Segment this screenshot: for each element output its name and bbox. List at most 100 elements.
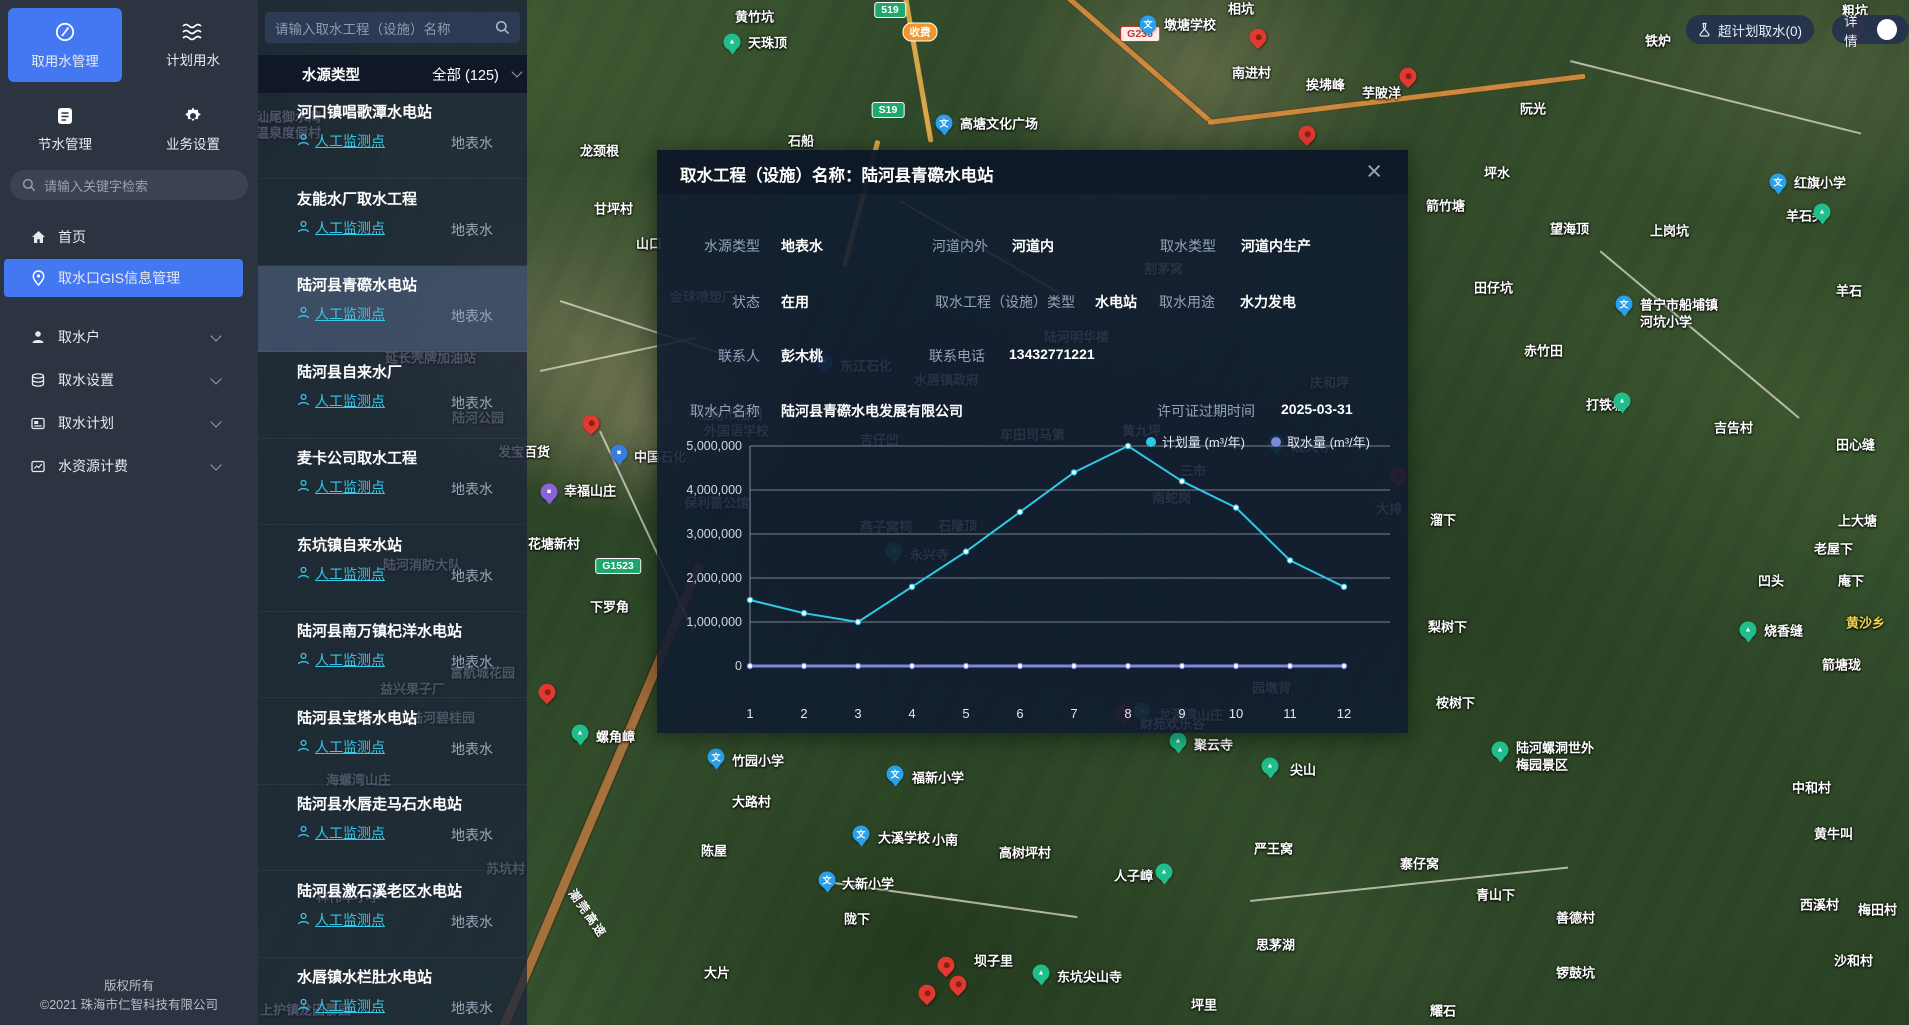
map-place-label: 小南 xyxy=(932,830,958,849)
mountain-pin-icon[interactable]: ▲ xyxy=(572,725,589,742)
school-pin-icon[interactable]: 文 xyxy=(887,766,904,783)
mountain-pin-icon[interactable]: ▲ xyxy=(1156,864,1173,881)
module-label: 取用水管理 xyxy=(31,50,99,70)
list-item[interactable]: 陆河县南万镇杞洋水电站人工监测点地表水 xyxy=(258,612,527,698)
manual-monitor-link[interactable]: 人工监测点 xyxy=(297,218,385,238)
list-item[interactable]: 东坑镇自来水站人工监测点地表水 xyxy=(258,526,527,612)
mountain-pin-icon[interactable]: ▲ xyxy=(1814,204,1831,221)
mountain-pin-icon[interactable]: ▲ xyxy=(1492,742,1509,759)
manual-monitor-link[interactable]: 人工监测点 xyxy=(297,477,385,497)
manual-monitor-link[interactable]: 人工监测点 xyxy=(297,650,385,670)
sidebar-item-gis[interactable]: 取水口GIS信息管理 xyxy=(4,259,243,297)
red-marker-pin[interactable] xyxy=(934,953,958,977)
map-place-label: 大溪学校 xyxy=(878,828,930,847)
map-place-label: 大片 xyxy=(704,963,730,982)
manual-monitor-link[interactable]: 人工监测点 xyxy=(297,737,385,757)
over-plan-label: 超计划取水(0) xyxy=(1718,20,1802,40)
mountain-pin-icon[interactable]: ▲ xyxy=(724,34,741,51)
module-plan-water[interactable]: 计划用水 xyxy=(136,8,250,82)
fuel-pin-icon[interactable]: ■ xyxy=(611,445,628,462)
place-pin-icon[interactable]: ■ xyxy=(541,484,558,501)
list-item[interactable]: 河口镇唱歌潭水电站人工监测点地表水 xyxy=(258,93,527,179)
list-item[interactable]: 陆河县自来水厂人工监测点地表水 xyxy=(258,353,527,439)
source-type-filter[interactable]: 水源类型 全部 (125) xyxy=(258,55,527,93)
map-place-label: 铁炉 xyxy=(1645,31,1671,50)
legend-dot xyxy=(1271,437,1281,447)
module-save-water[interactable]: 节水管理 xyxy=(8,92,122,166)
pin-icon xyxy=(30,270,46,286)
sidebar-item-menu-5[interactable]: 水资源计费 xyxy=(0,447,258,485)
legend-item[interactable]: 计划量 (m³/年) xyxy=(1146,432,1245,451)
mountain-pin-icon[interactable]: ▲ xyxy=(1614,393,1631,410)
intake-name: 友能水厂取水工程 xyxy=(297,188,417,209)
toggle-knob[interactable] xyxy=(1877,19,1897,40)
red-marker-pin[interactable] xyxy=(535,680,559,704)
mountain-pin-icon[interactable]: ▲ xyxy=(1170,733,1187,750)
intake-name: 陆河县青磜水电站 xyxy=(297,274,417,295)
svg-text:1,000,000: 1,000,000 xyxy=(686,615,742,629)
legend-item[interactable]: 取水量 (m³/年) xyxy=(1271,432,1370,451)
list-item[interactable]: 陆河县水唇走马石水电站人工监测点地表水 xyxy=(258,785,527,871)
intake-list-panel: 请输入取水工程（设施）名称 水源类型 全部 (125) 河口镇唱歌潭水电站人工监… xyxy=(258,0,527,1025)
person-icon xyxy=(297,220,310,236)
map-place-label: 龙颈根 xyxy=(580,141,619,160)
sidebar-item-home[interactable]: 首页 xyxy=(0,218,258,256)
sidebar-item-menu-4[interactable]: 取水计划 xyxy=(0,404,258,442)
sidebar-item-menu-3[interactable]: 取水设置 xyxy=(0,361,258,399)
school-pin-icon[interactable]: 文 xyxy=(1140,16,1157,33)
sidebar-item-menu-2[interactable]: 取水户 xyxy=(0,318,258,356)
list-item[interactable]: 麦卡公司取水工程人工监测点地表水 xyxy=(258,439,527,525)
map-place-label: 挨坲峰 xyxy=(1306,75,1345,94)
person-icon xyxy=(297,652,310,668)
over-plan-intake-button[interactable]: 超计划取水(0) xyxy=(1686,15,1814,44)
list-item[interactable]: 陆河县激石溪老区水电站人工监测点地表水 xyxy=(258,872,527,958)
map-place-label: 桉树下 xyxy=(1436,693,1475,712)
intake-name: 陆河县激石溪老区水电站 xyxy=(297,880,462,901)
red-marker-pin[interactable] xyxy=(579,411,603,435)
red-marker-pin[interactable] xyxy=(1246,25,1270,49)
keyword-search-input[interactable]: 请输入关键字检索 xyxy=(10,170,248,200)
chevron-down-icon xyxy=(210,373,221,384)
list-item[interactable]: 陆河县宝塔水电站人工监测点地表水 xyxy=(258,699,527,785)
person-icon xyxy=(297,825,310,841)
map-place-label: 严王窝 xyxy=(1254,839,1293,858)
manual-monitor-link[interactable]: 人工监测点 xyxy=(297,823,385,843)
map-place-label: 老屋下 xyxy=(1814,539,1853,558)
red-marker-pin[interactable] xyxy=(1295,122,1319,146)
school-pin-icon[interactable]: 文 xyxy=(936,115,953,132)
map-place-label: 梅田村 xyxy=(1858,900,1897,919)
manual-monitor-link[interactable]: 人工监测点 xyxy=(297,131,385,151)
manual-monitor-link[interactable]: 人工监测点 xyxy=(297,304,385,324)
intake-name: 陆河县水唇走马石水电站 xyxy=(297,793,462,814)
school-pin-icon[interactable]: 文 xyxy=(1616,296,1633,313)
module-water-intake-mgmt[interactable]: 取用水管理 xyxy=(8,8,122,82)
mountain-pin-icon[interactable]: ▲ xyxy=(1033,965,1050,982)
red-marker-pin[interactable] xyxy=(946,972,970,996)
map-place-label: 坪里 xyxy=(1191,995,1217,1014)
manual-monitor-link[interactable]: 人工监测点 xyxy=(297,391,385,411)
detail-toggle[interactable]: 详情 xyxy=(1832,15,1909,44)
map-place-label: 南进村 xyxy=(1232,63,1271,82)
module-business-settings[interactable]: 业务设置 xyxy=(136,92,250,166)
school-pin-icon[interactable]: 文 xyxy=(708,749,725,766)
school-pin-icon[interactable]: 文 xyxy=(1770,174,1787,191)
manual-monitor-link[interactable]: 人工监测点 xyxy=(297,910,385,930)
intake-name: 麦卡公司取水工程 xyxy=(297,447,417,468)
search-icon xyxy=(22,178,36,192)
red-marker-pin[interactable] xyxy=(915,981,939,1005)
map-place-label: 相坑 xyxy=(1228,0,1254,18)
list-item[interactable]: 水唇镇水栏肚水电站人工监测点地表水 xyxy=(258,958,527,1025)
school-pin-icon[interactable]: 文 xyxy=(853,826,870,843)
mountain-pin-icon[interactable]: ▲ xyxy=(1262,758,1279,775)
map-place-label: 凹头 xyxy=(1758,571,1784,590)
manual-monitor-link[interactable]: 人工监测点 xyxy=(297,564,385,584)
map-place-label: 田仔坑 xyxy=(1474,278,1513,297)
svg-text:2: 2 xyxy=(800,706,807,721)
mountain-pin-icon[interactable]: ▲ xyxy=(1740,622,1757,639)
list-item[interactable]: 友能水厂取水工程人工监测点地表水 xyxy=(258,180,527,266)
intake-search-input[interactable]: 请输入取水工程（设施）名称 xyxy=(265,12,520,43)
school-pin-icon[interactable]: 文 xyxy=(819,872,836,889)
map-place-label: 西溪村 xyxy=(1800,895,1839,914)
manual-monitor-link[interactable]: 人工监测点 xyxy=(297,996,385,1016)
list-item[interactable]: 陆河县青磜水电站人工监测点地表水 xyxy=(258,266,527,352)
